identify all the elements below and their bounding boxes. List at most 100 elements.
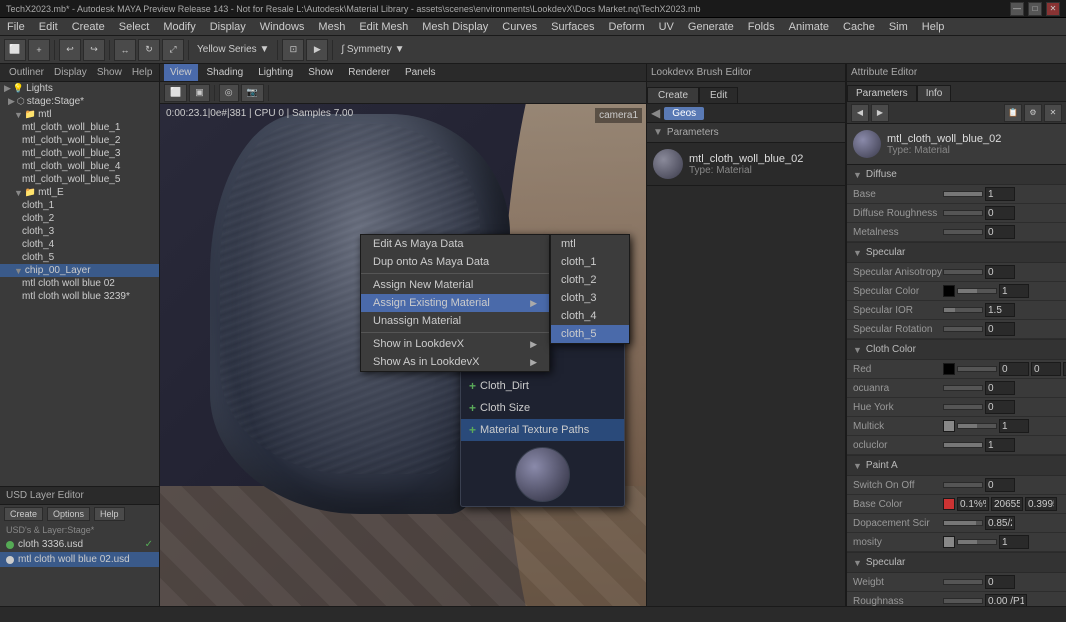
color-swatch[interactable] bbox=[943, 536, 955, 548]
attr-section-header-specular[interactable]: ▼ Specular bbox=[847, 243, 1066, 263]
menu-item-file[interactable]: File bbox=[0, 18, 32, 35]
menu-item-generate[interactable]: Generate bbox=[681, 18, 741, 35]
sub-item-cloth1[interactable]: cloth_1 bbox=[551, 253, 629, 271]
toolbar-btn-move[interactable]: ↔ bbox=[114, 39, 136, 61]
vp-tab-shading[interactable]: Shading bbox=[201, 64, 250, 81]
ld-section-parameters[interactable]: ▼ Parameters bbox=[647, 123, 845, 143]
attr-slider[interactable] bbox=[957, 539, 997, 545]
outliner-menu-help2[interactable]: Help bbox=[127, 64, 158, 81]
ctx-assign-new[interactable]: Assign New Material bbox=[361, 276, 549, 294]
attr-input-roughness[interactable] bbox=[985, 594, 1027, 606]
attr-slider[interactable] bbox=[943, 229, 983, 235]
toolbar-btn-1[interactable]: ⬜ bbox=[4, 39, 26, 61]
menu-item-create[interactable]: Create bbox=[65, 18, 112, 35]
attr-tab-parameters[interactable]: Parameters bbox=[847, 85, 917, 101]
attr-input-ocuanra[interactable] bbox=[985, 381, 1015, 395]
tree-item-cloth2[interactable]: cloth_2 bbox=[0, 212, 159, 225]
attr-slider[interactable] bbox=[943, 482, 983, 488]
vp-tab-view[interactable]: View bbox=[164, 64, 198, 81]
attr-section-header-cloth-color[interactable]: ▼ Cloth Color bbox=[847, 340, 1066, 360]
usd-options-btn[interactable]: Options bbox=[47, 507, 90, 521]
toolbar-btn-3[interactable]: ↩ bbox=[59, 39, 81, 61]
tree-item-blue4[interactable]: mtl_cloth_woll_blue_4 bbox=[0, 160, 159, 173]
attr-slider[interactable] bbox=[943, 404, 983, 410]
menu-item-mesh-display[interactable]: Mesh Display bbox=[415, 18, 495, 35]
menu-item-deform[interactable]: Deform bbox=[602, 18, 652, 35]
ctx-assign-existing[interactable]: Assign Existing Material ▶ bbox=[361, 294, 549, 312]
toolbar-btn-scale[interactable]: ⤢ bbox=[162, 39, 184, 61]
attr-slider[interactable] bbox=[957, 423, 997, 429]
usd-create-btn[interactable]: Create bbox=[4, 507, 43, 521]
attr-next-btn[interactable]: ▶ bbox=[871, 104, 889, 122]
attr-input-bc1[interactable] bbox=[957, 497, 989, 511]
vp-toolbar-btn-2[interactable]: ▣ bbox=[189, 84, 210, 102]
tree-item-stage[interactable]: ▶ ⬡ stage:Stage* bbox=[0, 95, 159, 108]
tree-item-cloth1[interactable]: cloth_1 bbox=[0, 199, 159, 212]
vp-tab-renderer[interactable]: Renderer bbox=[342, 64, 396, 81]
attr-section-header-specular2[interactable]: ▼ Specular bbox=[847, 553, 1066, 573]
attr-input-bc3[interactable] bbox=[1025, 497, 1057, 511]
ctx-edit-maya[interactable]: Edit As Maya Data bbox=[361, 235, 549, 253]
vp-tab-panels[interactable]: Panels bbox=[399, 64, 442, 81]
attr-input-diffuse-roughness[interactable] bbox=[985, 206, 1015, 220]
menu-item-windows[interactable]: Windows bbox=[253, 18, 312, 35]
toolbar-snap-btn[interactable]: ⊡ bbox=[282, 39, 304, 61]
color-swatch[interactable] bbox=[943, 363, 955, 375]
attr-input-mosity[interactable] bbox=[999, 535, 1029, 549]
attr-input-metalness[interactable] bbox=[985, 225, 1015, 239]
outliner-menu-show[interactable]: Display bbox=[49, 64, 92, 81]
attr-slider[interactable] bbox=[943, 385, 983, 391]
tree-item-cloth5[interactable]: cloth_5 bbox=[0, 251, 159, 264]
attr-input-base[interactable] bbox=[985, 187, 1015, 201]
lookdev-brush-label[interactable]: Geos bbox=[664, 107, 704, 120]
menu-item-cache[interactable]: Cache bbox=[836, 18, 882, 35]
vp-tab-lighting[interactable]: Lighting bbox=[252, 64, 299, 81]
menu-item-animate[interactable]: Animate bbox=[782, 18, 836, 35]
attr-input-bc2[interactable] bbox=[991, 497, 1023, 511]
color-swatch[interactable] bbox=[943, 420, 955, 432]
ld-tab-edit[interactable]: Edit bbox=[699, 87, 738, 103]
sub-item-cloth5[interactable]: cloth_5 bbox=[551, 325, 629, 343]
menu-item-folds[interactable]: Folds bbox=[741, 18, 782, 35]
usd-help-btn[interactable]: Help bbox=[94, 507, 125, 521]
menu-item-modify[interactable]: Modify bbox=[156, 18, 202, 35]
tree-item-blue5[interactable]: mtl_cloth_woll_blue_5 bbox=[0, 173, 159, 186]
tree-item-mtl-cloth-02[interactable]: mtl cloth woll blue 02 bbox=[0, 277, 159, 290]
attr-slider[interactable] bbox=[943, 307, 983, 313]
vp-toolbar-btn-1[interactable]: ⬜ bbox=[164, 84, 187, 102]
attr-input-spec-rot[interactable] bbox=[985, 322, 1015, 336]
toolbar-btn-rotate[interactable]: ↻ bbox=[138, 39, 160, 61]
attr-section-header-paint-a[interactable]: ▼ Paint A bbox=[847, 456, 1066, 476]
attr-prev-btn[interactable]: ◀ bbox=[851, 104, 869, 122]
attr-slider[interactable] bbox=[943, 210, 983, 216]
usd-layer-item-2[interactable]: mtl cloth woll blue 02.usd bbox=[0, 552, 159, 567]
tree-item-blue1[interactable]: mtl_cloth_woll_blue_1 bbox=[0, 121, 159, 134]
toolbar-render-btn[interactable]: ▶ bbox=[306, 39, 328, 61]
close-button[interactable]: ✕ bbox=[1046, 2, 1060, 16]
ctx-show-as-lookdev[interactable]: Show As in LookdevX ▶ bbox=[361, 353, 549, 371]
attr-slider[interactable] bbox=[943, 191, 983, 197]
vp-toolbar-btn-3[interactable]: ◎ bbox=[219, 84, 239, 102]
attr-slider[interactable] bbox=[943, 520, 983, 526]
outliner-menu-display[interactable]: Outliner bbox=[4, 64, 49, 81]
attr-slider[interactable] bbox=[943, 269, 983, 275]
sub-item-cloth3[interactable]: cloth_3 bbox=[551, 289, 629, 307]
attr-close-btn[interactable]: ✕ bbox=[1044, 104, 1062, 122]
vp-toolbar-camera[interactable]: 📷 bbox=[241, 84, 264, 102]
attr-section-header-diffuse[interactable]: ▼ Diffuse bbox=[847, 165, 1066, 185]
menu-item-surfaces[interactable]: Surfaces bbox=[544, 18, 601, 35]
tree-item-mtl[interactable]: ▼ 📁 mtl bbox=[0, 108, 159, 121]
attr-input-spec-ior[interactable] bbox=[985, 303, 1015, 317]
toolbar-btn-4[interactable]: ↪ bbox=[83, 39, 105, 61]
outliner-menu-help[interactable]: Show bbox=[92, 64, 127, 81]
tree-item-mtl-cloth-3239[interactable]: mtl cloth woll blue 3239* bbox=[0, 290, 159, 303]
attr-gear-btn[interactable]: ⚙ bbox=[1024, 104, 1042, 122]
attr-input-weight[interactable] bbox=[985, 575, 1015, 589]
menu-item-curves[interactable]: Curves bbox=[495, 18, 544, 35]
attr-slider[interactable] bbox=[943, 442, 983, 448]
menu-item-edit[interactable]: Edit bbox=[32, 18, 65, 35]
tree-item-cloth4[interactable]: cloth_4 bbox=[0, 238, 159, 251]
menu-item-sim[interactable]: Sim bbox=[882, 18, 915, 35]
attr-input-multick[interactable] bbox=[999, 419, 1029, 433]
menu-item-display[interactable]: Display bbox=[203, 18, 253, 35]
